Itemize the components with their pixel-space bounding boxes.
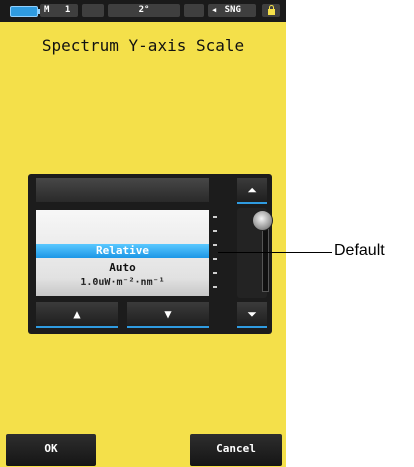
scroll-knob[interactable] xyxy=(252,210,273,231)
scale-picker-panel: Relative Auto 1.0uW·m⁻²·nm⁻¹ ⏶ ▲ ▼ ⏷ xyxy=(28,174,273,334)
callout-line xyxy=(218,252,332,253)
option-fixed-scale[interactable]: 1.0uW·m⁻²·nm⁻¹ xyxy=(36,276,209,289)
scroll-bottom-button[interactable]: ⏷ xyxy=(237,302,267,328)
memory-label: M xyxy=(44,5,50,15)
field-of-view-indicator: 2° xyxy=(108,4,180,17)
status-blank-segment xyxy=(184,4,204,17)
memory-number: 1 xyxy=(64,5,71,15)
scroll-top-icon: ⏶ xyxy=(247,183,257,197)
option-auto[interactable]: Auto xyxy=(36,261,209,274)
option-relative[interactable]: Relative xyxy=(36,244,209,258)
scroll-down-button[interactable]: ▼ xyxy=(127,302,209,328)
lock-icon xyxy=(262,4,280,17)
measuring-mode-indicator: ◀ SNG xyxy=(208,4,256,17)
default-callout-label: Default xyxy=(334,242,385,259)
page-title: Spectrum Y-axis Scale xyxy=(41,36,245,55)
arrow-down-icon: ▼ xyxy=(164,307,172,321)
picker-header xyxy=(36,178,209,202)
scroll-bottom-icon: ⏷ xyxy=(247,307,257,321)
speaker-icon: ◀ xyxy=(212,6,217,14)
status-blank-segment xyxy=(82,4,104,17)
memory-indicator: M 1 xyxy=(40,4,78,17)
list-tick-marks xyxy=(212,210,220,296)
arrow-up-icon: ▲ xyxy=(73,307,81,321)
scrollbar[interactable] xyxy=(237,208,273,298)
ok-button[interactable]: OK xyxy=(6,434,96,466)
measuring-mode-label: SNG xyxy=(224,5,241,15)
field-of-view-value: 2° xyxy=(138,5,150,15)
scale-option-list[interactable]: Relative Auto 1.0uW·m⁻²·nm⁻¹ xyxy=(36,210,209,296)
list-item-blank xyxy=(36,210,209,244)
meter-screen: M 1 2° ◀ SNG Spectrum Y-axis Scale Relat… xyxy=(0,0,286,467)
scroll-top-button[interactable]: ⏶ xyxy=(237,178,267,204)
status-bar: M 1 2° ◀ SNG xyxy=(0,0,286,22)
cancel-button[interactable]: Cancel xyxy=(190,434,282,466)
scroll-up-button[interactable]: ▲ xyxy=(36,302,118,328)
battery-icon xyxy=(10,6,41,17)
